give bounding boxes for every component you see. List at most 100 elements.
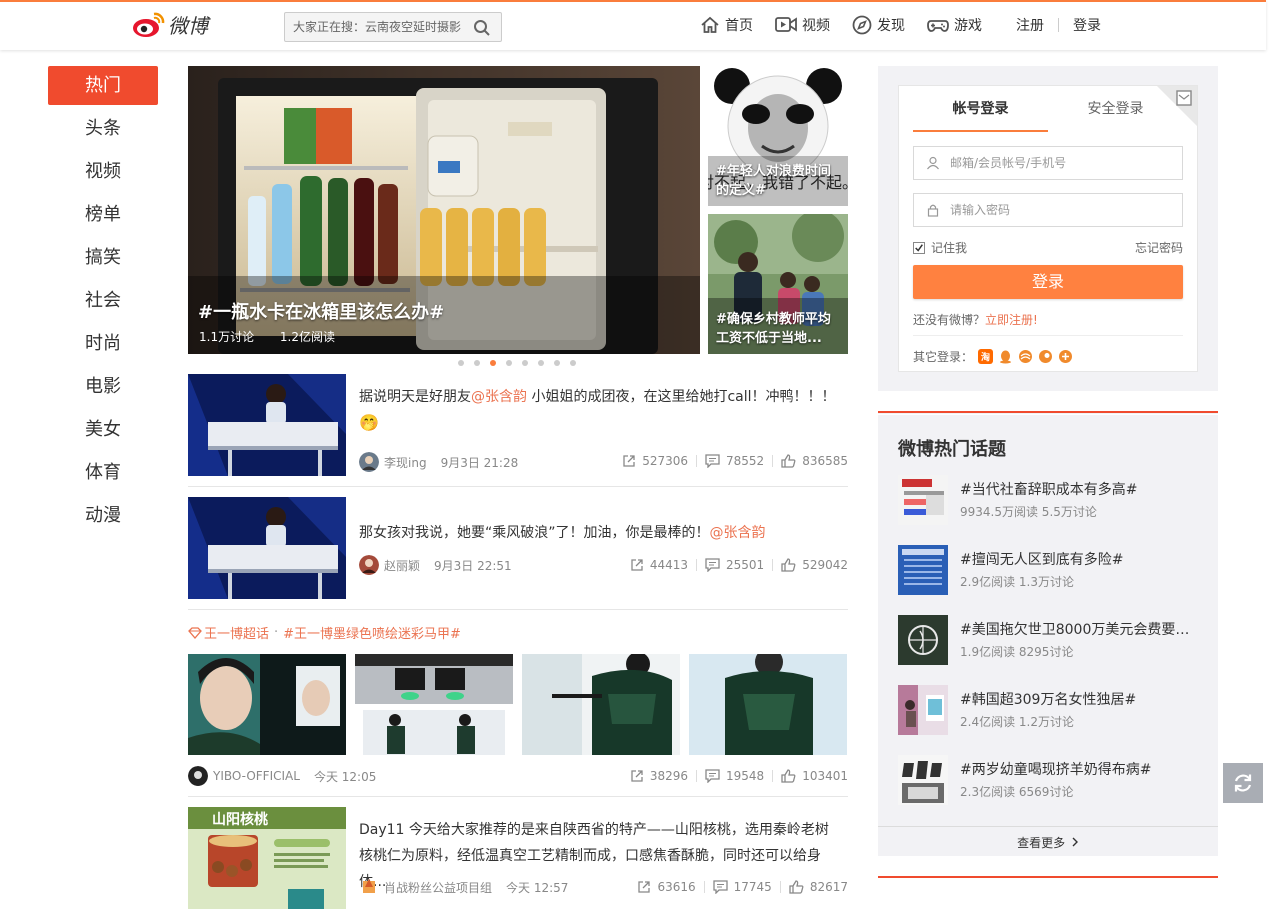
category-movie[interactable]: 电影 (48, 367, 158, 410)
qq-login-icon[interactable] (998, 349, 1013, 364)
view-more-link[interactable]: 查看更多 (878, 834, 1218, 851)
category-headlines[interactable]: 头条 (48, 109, 158, 152)
category-society[interactable]: 社会 (48, 281, 158, 324)
tab-account-login[interactable]: 帐号登录 (913, 86, 1048, 132)
divider (188, 796, 848, 797)
gallery-image[interactable] (689, 654, 847, 755)
category-video[interactable]: 视频 (48, 152, 158, 195)
carousel-dot[interactable] (474, 360, 480, 366)
like-button[interactable]: 836585 (781, 454, 848, 468)
super-topic-link[interactable]: 王一博超话 (204, 623, 269, 642)
nav-video[interactable]: 视频 (775, 15, 830, 35)
hot-topic-item[interactable]: #擅闯无人区到底有多险# 2.9亿阅读 1.3万讨论 (898, 545, 1198, 595)
login-link[interactable]: 登录 (1073, 15, 1101, 35)
post-thumbnail[interactable] (188, 374, 346, 476)
refresh-icon (1234, 774, 1252, 792)
avatar[interactable] (359, 555, 379, 575)
topic-meta: 1.9亿阅读 8295讨论 (960, 645, 1074, 659)
comment-button[interactable]: 25501 (705, 558, 764, 572)
baidu-login-icon[interactable] (1058, 349, 1073, 364)
category-anime[interactable]: 动漫 (48, 496, 158, 539)
mention-link[interactable]: @张含韵 (471, 389, 527, 405)
post-thumbnail[interactable] (188, 497, 346, 599)
taobao-login-icon[interactable]: 淘 (978, 349, 994, 364)
carousel-dot[interactable] (554, 360, 560, 366)
like-count: 529042 (802, 558, 848, 572)
category-fashion[interactable]: 时尚 (48, 324, 158, 367)
gallery-image[interactable] (188, 654, 346, 755)
login-button[interactable]: 登录 (913, 265, 1183, 299)
like-button[interactable]: 82617 (789, 880, 848, 894)
like-button[interactable]: 529042 (781, 558, 848, 572)
feed-post[interactable]: 据说明天是好朋友@张含韵 小姐姐的成团夜，在这里给她打call！冲鸭！！！ 🤭 李… (188, 374, 848, 476)
hot-topic-item[interactable]: #当代社畜辞职成本有多高# 9934.5万阅读 5.5万讨论 (898, 475, 1198, 525)
search-icon[interactable] (473, 19, 491, 37)
carousel-dot-active[interactable] (490, 360, 496, 366)
category-funny[interactable]: 搞笑 (48, 238, 158, 281)
post-text: 据说明天是好朋友@张含韵 小姐姐的成团夜，在这里给她打call！冲鸭！！！ 🤭 (359, 384, 839, 437)
comment-button[interactable]: 17745 (712, 880, 772, 894)
hot-topic-item[interactable]: #两岁幼童喝现挤羊奶得布病# 2.3亿阅读 6569讨论 (898, 755, 1198, 805)
nav-home[interactable]: 首页 (700, 15, 753, 35)
weibo-logo[interactable]: 微博 (132, 10, 208, 39)
category-sports[interactable]: 体育 (48, 453, 158, 496)
author-name[interactable]: 赵丽颖 (384, 557, 420, 574)
category-rankings[interactable]: 榜单 (48, 195, 158, 238)
topic-name: #两岁幼童喝现挤羊奶得布病# (960, 762, 1152, 778)
like-button[interactable]: 103401 (781, 769, 848, 783)
carousel-dot[interactable] (538, 360, 544, 366)
topic-meta: 9934.5万阅读 5.5万讨论 (960, 505, 1097, 519)
avatar[interactable] (188, 766, 208, 786)
tianyi-login-icon[interactable] (1038, 349, 1053, 364)
share-count: 38296 (649, 769, 688, 783)
carousel-dot[interactable] (458, 360, 464, 366)
share-button[interactable]: 38296 (630, 769, 688, 783)
nav-game[interactable]: 游戏 (927, 15, 982, 35)
refresh-button[interactable] (1223, 763, 1263, 803)
topic-name: #韩国超309万名女性独居# (960, 692, 1137, 708)
remember-checkbox[interactable] (913, 241, 925, 254)
avatar[interactable] (359, 452, 379, 472)
post-thumbnail[interactable]: 山阳核桃 (188, 807, 346, 909)
carousel-dot[interactable] (506, 360, 512, 366)
hashtag-link[interactable]: #王一博墨绿色喷绘迷彩马甲# (283, 623, 461, 642)
stat-separator (772, 455, 774, 467)
author-name[interactable]: YIBO-OFFICIAL (213, 769, 300, 783)
comment-button[interactable]: 78552 (705, 454, 764, 468)
register-now-link[interactable]: 立即注册! (985, 313, 1038, 327)
hero-card[interactable]: #一瓶水卡在冰箱里该怎么办# 1.1万讨论 1.2亿阅读 (188, 66, 700, 354)
walnut-image-text: 山阳核桃 (212, 811, 268, 828)
avatar[interactable] (359, 877, 379, 897)
category-beauty[interactable]: 美女 (48, 410, 158, 453)
gallery-image[interactable] (355, 654, 513, 755)
comment-button[interactable]: 19548 (705, 769, 764, 783)
search-input[interactable] (285, 13, 465, 41)
share-button[interactable]: 63616 (637, 880, 696, 894)
username-field[interactable]: 邮箱/会员帐号/手机号 (913, 146, 1183, 180)
topic-meta: 2.4亿阅读 1.2万讨论 (960, 715, 1074, 729)
register-link[interactable]: 注册 (1016, 15, 1044, 35)
category-hot[interactable]: 热门 (48, 66, 158, 105)
share-button[interactable]: 44413 (630, 558, 688, 572)
nav-discover[interactable]: 发现 (852, 15, 905, 35)
emoji: 🤭 (359, 413, 379, 432)
mention-link[interactable]: @张含韵 (710, 525, 766, 541)
post-stats: 44413 25501 529042 (630, 558, 848, 572)
carousel-dot[interactable] (570, 360, 576, 366)
remember-me[interactable]: 记住我 (913, 239, 967, 256)
360-login-icon[interactable] (1018, 349, 1033, 364)
forgot-password-link[interactable]: 忘记密码 (1135, 239, 1183, 256)
side-card-teacher[interactable]: #确保乡村教师平均工资不低于当地... (708, 214, 848, 354)
hot-topic-item[interactable]: #韩国超309万名女性独居# 2.4亿阅读 1.2万讨论 (898, 685, 1198, 735)
hot-topic-item[interactable]: #美国拖欠世卫8000万美元会费要赖... 1.9亿阅读 8295讨论 (898, 615, 1200, 665)
side-card-panda[interactable]: 对不起，我错了不起。 #年轻人对浪费时间的定义# (708, 66, 848, 206)
carousel-dot[interactable] (522, 360, 528, 366)
qrcode-corner-icon[interactable] (1157, 86, 1197, 126)
stat-separator (772, 770, 774, 782)
password-field[interactable]: 请输入密码 (913, 193, 1183, 227)
feed-post[interactable]: 山阳核桃 Day11 今天给大家推荐的是来自陕西省的特产——山阳核桃，选用秦岭老… (188, 807, 848, 909)
author-name[interactable]: 李现ing (384, 454, 427, 471)
feed-post[interactable]: 那女孩对我说，她要“乘风破浪”了！加油，你是最棒的！@张含韵 赵丽颖 9月3日 … (188, 497, 848, 599)
share-button[interactable]: 527306 (622, 454, 688, 468)
gallery-image[interactable] (522, 654, 680, 755)
